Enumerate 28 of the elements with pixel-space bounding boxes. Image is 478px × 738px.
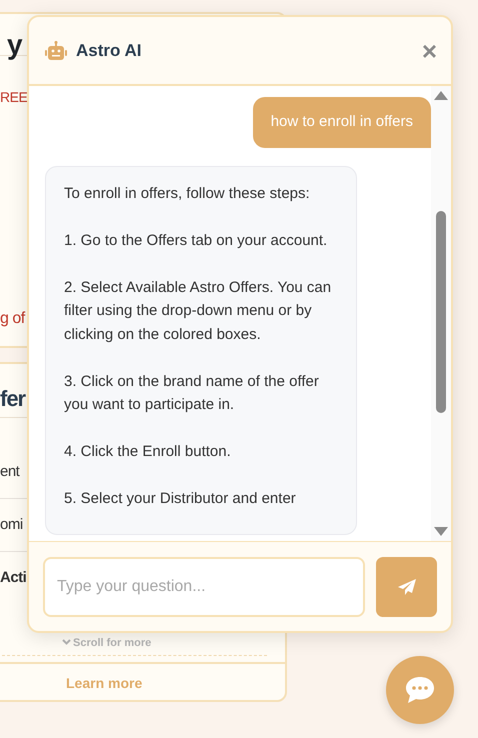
scroll-up-icon[interactable] [434, 91, 448, 100]
notice-text: g of [0, 310, 25, 327]
chat-title: Astro AI [76, 40, 142, 62]
message-paragraph: To enroll in offers, follow these steps: [64, 184, 311, 204]
message-paragraph: 3. Click on the brand name of the offer you want to participate in. [64, 372, 320, 415]
robot-icon[interactable] [45, 40, 67, 60]
notice-text: REE [0, 89, 28, 105]
message-paragraph: 2. Select Available Astro Offers. You can filter using the drop-down menu or by clicking on the colored boxes. [64, 278, 332, 344]
send-icon [398, 578, 416, 594]
chat-bubble-icon [405, 676, 435, 704]
chevron-down-icon [62, 639, 71, 645]
scroll-down-icon[interactable] [434, 527, 448, 536]
message-paragraph: 4. Click the Enroll button. [64, 442, 232, 462]
close-button[interactable]: × [422, 38, 437, 64]
question-input[interactable]: Type your question... [43, 556, 365, 616]
learn-more-link[interactable]: Learn more [66, 674, 142, 690]
row-label: ent [0, 462, 20, 482]
row-label: Acti [0, 568, 26, 588]
card-heading: y [7, 29, 23, 60]
send-button[interactable] [376, 556, 437, 616]
card-heading: fer [0, 386, 26, 411]
scroll-hint: Scroll for more [62, 637, 152, 649]
message-paragraph: 5. Select your Distributor and enter [64, 489, 297, 509]
message-paragraph: 1. Go to the Offers tab on your account. [64, 230, 328, 250]
row-label: omi [0, 514, 23, 535]
scrollbar[interactable] [431, 86, 451, 541]
user-message: how to enroll in offers [252, 97, 431, 148]
scroll-thumb[interactable] [436, 211, 446, 413]
